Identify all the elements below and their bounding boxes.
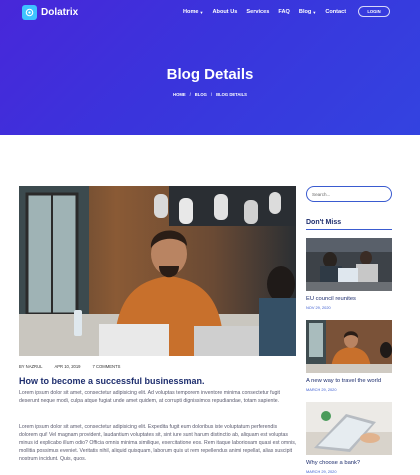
site-logo[interactable]: Dolatrix [22, 5, 78, 20]
nav-services-label: Services [246, 9, 270, 15]
post-paragraph: Lorem ipsum dolor sit amet, consectetur … [19, 424, 297, 462]
breadcrumb-separator: / [189, 92, 191, 97]
nav-faq[interactable]: FAQ [278, 9, 290, 15]
login-button[interactable]: LOGIN [358, 6, 390, 17]
post-comments[interactable]: 7 COMMENTS [93, 364, 121, 369]
nav-contact[interactable]: Contact [325, 9, 346, 15]
search-placeholder: Search... [312, 191, 331, 197]
breadcrumb-blog[interactable]: BLOG [195, 92, 207, 97]
sidebar-post-title[interactable]: A new way to travel the world [306, 378, 381, 384]
breadcrumb-home[interactable]: HOME [173, 92, 186, 97]
post-featured-image [19, 186, 296, 356]
main-nav: Home ▼ About Us Services FAQ Blog ▼ Contac… [183, 9, 355, 15]
sidebar-search-input[interactable]: Search... [306, 186, 392, 202]
sidebar-post-date: MARCH 29, 2020 [306, 469, 337, 474]
breadcrumb-separator: / [210, 92, 213, 97]
nav-services[interactable]: Services [246, 9, 269, 15]
nav-about-label: About Us [212, 9, 238, 15]
sidebar-post-image[interactable] [306, 402, 392, 455]
breadcrumb-current: BLOG DETAILS [216, 92, 247, 97]
chevron-down-icon: ▼ [312, 9, 317, 15]
logo-icon [22, 5, 37, 20]
chevron-down-icon: ▼ [199, 9, 204, 15]
nav-contact-label: Contact [325, 9, 347, 15]
nav-home-label: Home [183, 9, 199, 15]
heading-underline [306, 229, 392, 230]
nav-home[interactable]: Home ▼ [183, 9, 204, 15]
page-hero: Dolatrix Home ▼ About Us Services FAQ Blo… [0, 0, 420, 135]
nav-faq-label: FAQ [278, 9, 290, 15]
page-title: Blog Details [166, 66, 254, 83]
sidebar-post-image[interactable] [306, 320, 392, 373]
nav-blog[interactable]: Blog ▼ [299, 9, 316, 15]
brand-name: Dolatrix [41, 7, 79, 18]
post-meta: BY NAZRUL APR 10, 2019 7 COMMENTS [19, 364, 132, 369]
sidebar-post-image[interactable] [306, 238, 392, 291]
sidebar-post-date: MARCH 29, 2020 [306, 387, 337, 392]
sidebar-post-title[interactable]: EU council reunites [306, 296, 356, 302]
post-author[interactable]: BY NAZRUL [19, 364, 42, 369]
post-title: How to become a successful businessman. [19, 376, 205, 386]
nav-blog-label: Blog [298, 9, 312, 15]
sidebar-post-date: NOV 29, 2020 [306, 305, 331, 310]
sidebar-post-title[interactable]: Why choose a bank? [306, 460, 360, 466]
nav-about[interactable]: About Us [213, 9, 238, 15]
dont-miss-heading: Don't Miss [306, 219, 342, 226]
post-date: APR 10, 2019 [54, 364, 81, 369]
breadcrumb: HOME / BLOG / BLOG DETAILS [0, 92, 420, 97]
post-paragraph: Lorem ipsum dolor sit amet, consectetur … [19, 390, 280, 404]
